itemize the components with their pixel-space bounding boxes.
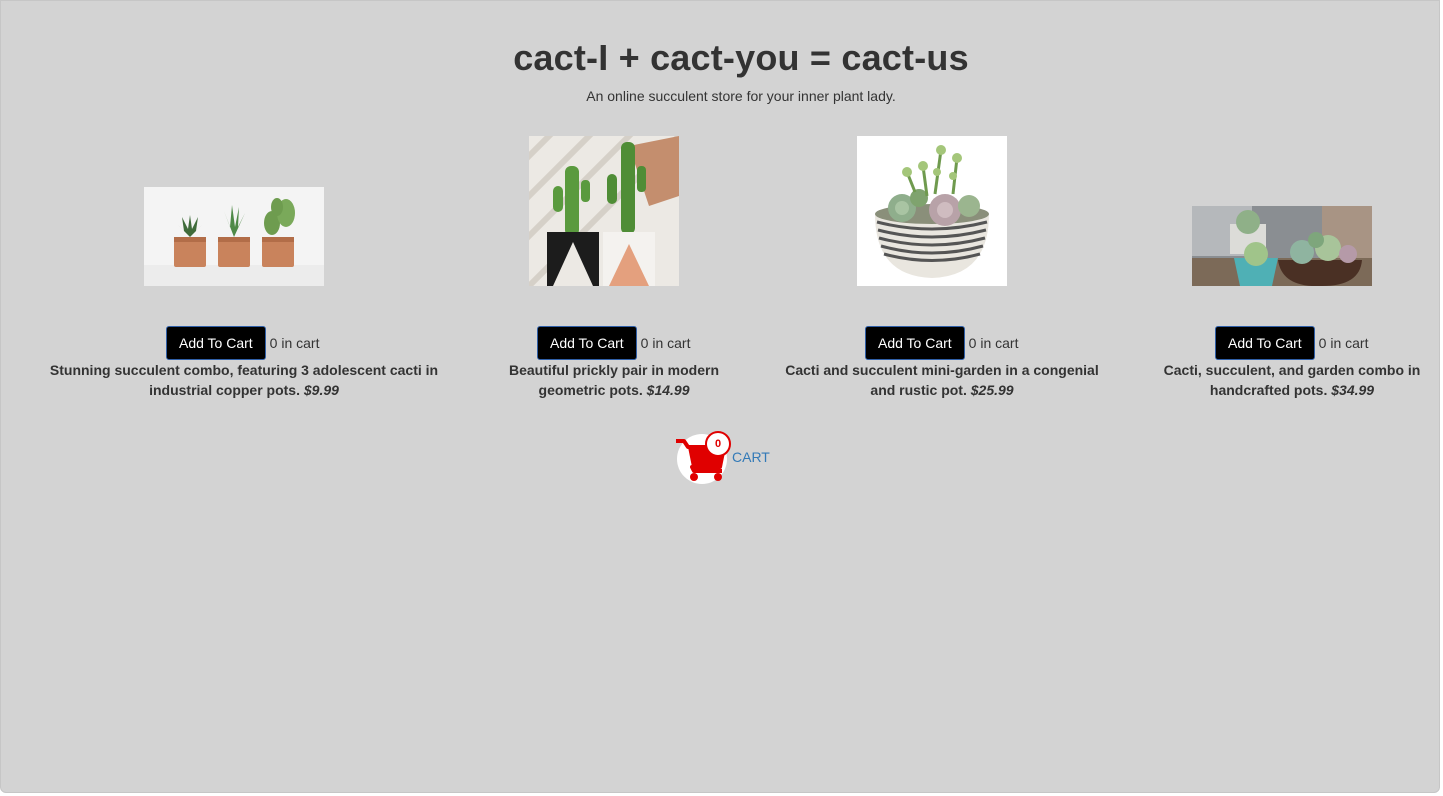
add-to-cart-button[interactable]: Add To Cart bbox=[537, 326, 637, 360]
price: $34.99 bbox=[1331, 382, 1375, 398]
product-image[interactable] bbox=[857, 136, 1007, 286]
price: $14.99 bbox=[646, 382, 690, 398]
product-controls: Add To Cart 0 in cart bbox=[166, 326, 319, 360]
description-text: Cacti and succulent mini-garden in a con… bbox=[785, 362, 1099, 398]
cart-link[interactable]: 0 CART bbox=[674, 431, 784, 485]
product-controls: Add To Cart 0 in cart bbox=[865, 326, 1018, 360]
description-text: Cacti, succulent, and garden combo in ha… bbox=[1163, 362, 1421, 398]
product-description: Stunning succulent combo, featuring 3 ad… bbox=[44, 360, 444, 400]
cart-count-text: 0 in cart bbox=[968, 335, 1019, 351]
product-image[interactable] bbox=[529, 136, 679, 286]
cart-label[interactable]: CART bbox=[732, 449, 770, 465]
page: cact-I + cact-you = cact-us An online su… bbox=[0, 0, 1440, 793]
succulent-bowl-image bbox=[857, 136, 1007, 286]
product-description: Cacti and succulent mini-garden in a con… bbox=[782, 360, 1102, 400]
cart-count-text: 0 in cart bbox=[1318, 335, 1369, 351]
product-description: Beautiful prickly pair in modern geometr… bbox=[474, 360, 754, 400]
garden-combo-pots-image bbox=[1192, 206, 1372, 286]
cactus-geometric-pots-image bbox=[529, 136, 679, 286]
add-to-cart-button[interactable]: Add To Cart bbox=[865, 326, 965, 360]
product-controls: Add To Cart 0 in cart bbox=[537, 326, 690, 360]
cacti-copper-pots-image bbox=[144, 187, 324, 286]
price: $9.99 bbox=[303, 382, 339, 398]
price: $25.99 bbox=[970, 382, 1014, 398]
product-image[interactable] bbox=[1192, 206, 1372, 286]
page-title: cact-I + cact-you = cact-us bbox=[513, 37, 969, 78]
description-text: Stunning succulent combo, featuring 3 ad… bbox=[49, 362, 439, 398]
product-controls: Add To Cart 0 in cart bbox=[1215, 326, 1368, 360]
cart-count-text: 0 in cart bbox=[640, 335, 691, 351]
add-to-cart-button[interactable]: Add To Cart bbox=[166, 326, 266, 360]
product-image[interactable] bbox=[144, 187, 324, 286]
cart-count-badge: 0 bbox=[705, 431, 731, 457]
cart-count-text: 0 in cart bbox=[269, 335, 320, 351]
add-to-cart-button[interactable]: Add To Cart bbox=[1215, 326, 1315, 360]
page-subtitle: An online succulent store for your inner… bbox=[586, 88, 896, 104]
product-description: Cacti, succulent, and garden combo in ha… bbox=[1152, 360, 1432, 400]
